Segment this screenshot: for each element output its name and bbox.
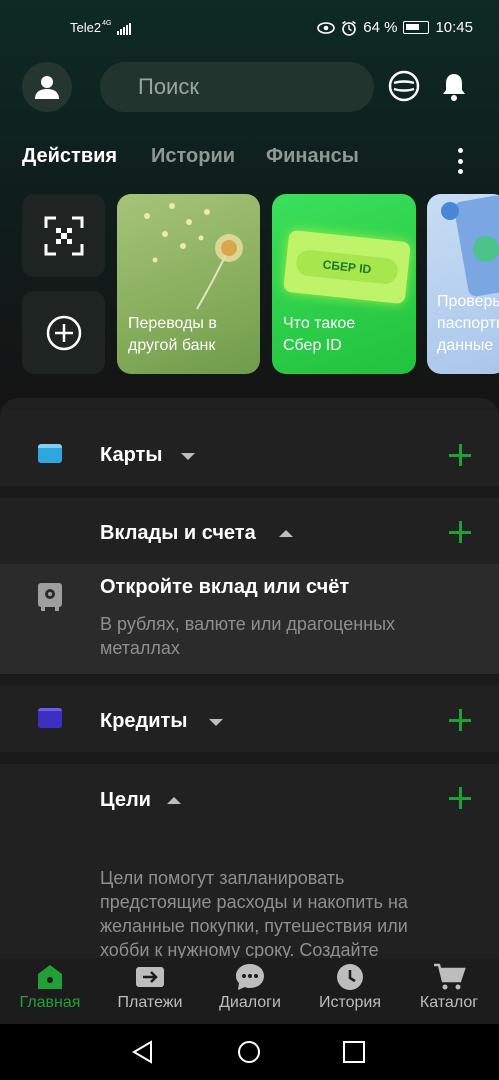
- status-bar: Tele24G 64 % 10:45: [0, 0, 499, 58]
- more-icon[interactable]: [454, 148, 466, 174]
- section-label: Вклады и счета: [100, 522, 256, 544]
- bottom-nav: Главная Платежи Диалоги История Каталог: [0, 958, 499, 1024]
- user-icon: [35, 76, 59, 99]
- add-circle-icon: [46, 315, 81, 350]
- nav-catalog[interactable]: Каталог: [399, 958, 499, 1024]
- safe-icon: [38, 583, 62, 611]
- chevron-up-icon: [279, 530, 293, 537]
- divider: [0, 486, 499, 498]
- divider: [0, 752, 499, 764]
- story-card-passport[interactable]: Проверьте паспортные данные: [427, 194, 499, 374]
- tab-stories[interactable]: Истории: [151, 145, 235, 168]
- nav-history[interactable]: История: [300, 958, 400, 1024]
- search-bar[interactable]: [100, 62, 374, 112]
- open-deposit-promo[interactable]: Откройте вклад или счёт В рублях, валюте…: [0, 564, 499, 674]
- system-nav-bar: [0, 1024, 499, 1080]
- back-icon[interactable]: [131, 1040, 155, 1064]
- story-title: Переводы в другой банк: [128, 315, 217, 354]
- tab-finances[interactable]: Финансы: [266, 145, 359, 168]
- chevron-up-icon: [167, 797, 181, 804]
- add-action-button[interactable]: [22, 291, 105, 374]
- battery-icon: [403, 21, 430, 34]
- recents-icon[interactable]: [343, 1041, 365, 1063]
- section-deposits[interactable]: Вклады и счета: [0, 498, 499, 564]
- carrier-name: Tele2: [70, 20, 102, 35]
- chat-icon: [236, 964, 264, 990]
- qr-scan-icon: [44, 216, 83, 255]
- story-title: Что такое Сбер ID: [283, 315, 356, 354]
- nav-label: Диалоги: [219, 994, 281, 1011]
- section-goals[interactable]: Цели Цели помогут запланировать предстоя…: [0, 764, 499, 958]
- section-label: Цели: [100, 789, 151, 811]
- qr-scan-button[interactable]: [22, 194, 105, 277]
- battery-level: 64 %: [363, 19, 398, 36]
- home-circle-icon[interactable]: [237, 1040, 261, 1064]
- section-label: Кредиты: [100, 710, 188, 732]
- nav-label: Платежи: [117, 994, 183, 1011]
- tab-actions[interactable]: Действия: [22, 145, 117, 168]
- profile-button[interactable]: [22, 62, 72, 112]
- nav-home[interactable]: Главная: [0, 958, 100, 1024]
- add-deposit-button[interactable]: [449, 521, 471, 543]
- payments-icon: [136, 967, 164, 987]
- dot-icon: [441, 202, 459, 220]
- nav-payments[interactable]: Платежи: [100, 958, 200, 1024]
- divider: [0, 674, 499, 686]
- clock-icon: [337, 964, 363, 990]
- check-icon: [473, 236, 499, 262]
- card-icon: [38, 444, 62, 463]
- wallet-icon: [38, 708, 62, 728]
- alarm-icon: [342, 20, 357, 36]
- nav-label: История: [318, 994, 382, 1011]
- promo-text: В рублях, валюте или драгоценных металла…: [100, 614, 396, 658]
- cart-icon: [434, 963, 466, 990]
- add-credit-button[interactable]: [449, 709, 471, 731]
- nav-label: Каталог: [419, 994, 479, 1011]
- sber-logo-icon[interactable]: [388, 70, 420, 102]
- eye-icon: [317, 21, 336, 34]
- chevron-down-icon: [209, 719, 223, 726]
- story-title: Проверьте паспортные данные: [437, 293, 499, 354]
- nav-dialogs[interactable]: Диалоги: [200, 958, 300, 1024]
- promo-title: Откройте вклад или счёт: [100, 576, 350, 598]
- home-icon: [38, 965, 62, 989]
- section-label: Карты: [100, 444, 163, 466]
- network-type: 4G: [102, 20, 112, 27]
- search-input[interactable]: [138, 74, 338, 100]
- tab-bar: Действия Истории Финансы: [22, 145, 499, 175]
- nav-label: Главная: [19, 994, 81, 1011]
- signal-icon: [117, 20, 132, 35]
- section-credits[interactable]: Кредиты: [0, 686, 499, 752]
- sberid-card-image: СБЕР ID: [283, 229, 411, 305]
- section-cards[interactable]: Карты: [0, 410, 499, 486]
- status-right: 64 % 10:45: [317, 19, 473, 36]
- add-card-button[interactable]: [449, 444, 471, 466]
- chevron-down-icon: [181, 453, 195, 460]
- goals-text: Цели помогут запланировать предстоящие р…: [100, 868, 408, 958]
- story-card-sberid[interactable]: СБЕР ID Что такое Сбер ID: [272, 194, 416, 374]
- bell-icon[interactable]: [440, 72, 468, 102]
- clock: 10:45: [435, 19, 473, 36]
- story-card-transfers[interactable]: Переводы в другой банк: [117, 194, 260, 374]
- dandelion-image: [144, 203, 243, 310]
- sberid-badge: СБЕР ID: [322, 257, 372, 277]
- add-goal-button[interactable]: [449, 787, 471, 809]
- products-sheet: Карты Вклады и счета Откройте вклад или …: [0, 398, 499, 958]
- carrier: Tele24G: [70, 20, 132, 35]
